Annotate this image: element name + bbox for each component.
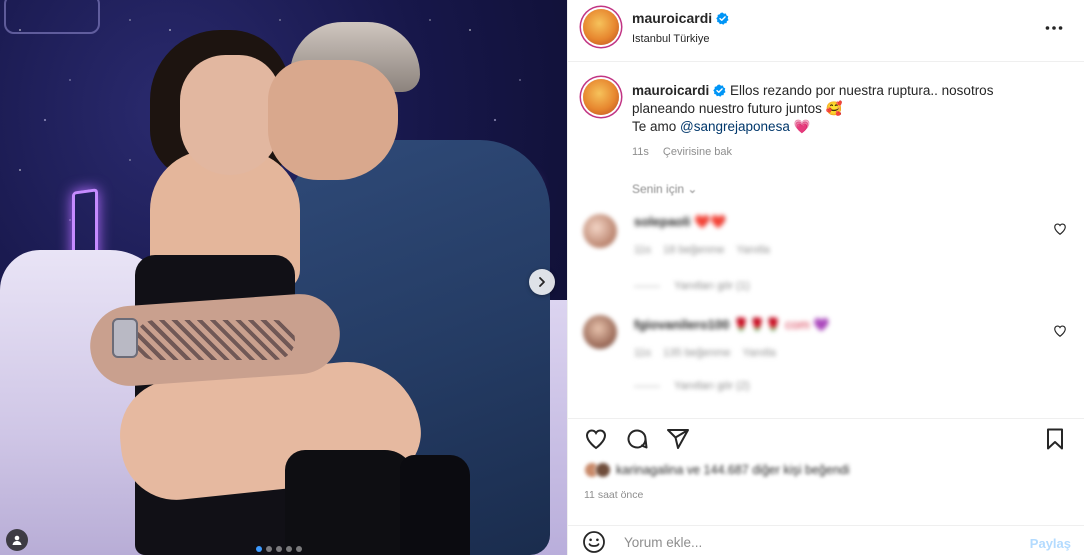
commenter-avatar[interactable] (583, 315, 617, 349)
replies-divider (634, 285, 660, 287)
emoji-icon[interactable] (582, 530, 606, 554)
more-options-button[interactable] (1043, 17, 1065, 39)
likes-summary[interactable]: karinagalina ve 144.687 diğer kişi beğen… (584, 462, 850, 478)
view-replies-button[interactable]: Yanıtları gör (1) (634, 280, 750, 292)
replies-divider (634, 385, 660, 387)
post-media[interactable] (0, 0, 567, 555)
comment-icon[interactable] (625, 427, 649, 451)
arm-tattoo (135, 320, 295, 360)
post-time: 11s (632, 146, 649, 158)
comment-time: 11s (634, 244, 651, 256)
carousel-dot (266, 546, 272, 552)
comment-filter-label[interactable]: Senin için (632, 182, 684, 196)
translate-link[interactable]: Çevirisine bak (663, 146, 732, 158)
verified-badge-icon (713, 84, 726, 97)
comment-time: 11s (634, 347, 651, 359)
reply-link[interactable]: Yanıtla (742, 347, 775, 359)
view-replies-button[interactable]: Yanıtları gör (2) (634, 380, 750, 392)
caption-emoji: 🥰 (825, 101, 843, 116)
man-face (268, 60, 398, 180)
likes-text[interactable]: karinagalina ve 144.687 diğer kişi beğen… (616, 463, 850, 477)
view-replies-label[interactable]: Yanıtları gör (2) (674, 380, 750, 392)
post-header: mauroicardi Istanbul Türkiye (568, 0, 1084, 62)
post-action-bar (568, 418, 1084, 454)
user-tag-icon (12, 535, 22, 545)
verified-badge-icon (716, 12, 729, 25)
commenter-username[interactable]: fgiovanilero100 (634, 317, 729, 332)
heart-icon[interactable] (584, 427, 608, 451)
caption-username[interactable]: mauroicardi (632, 83, 709, 98)
user-tag-button[interactable] (6, 529, 28, 551)
comment-input[interactable] (624, 531, 1004, 553)
heart-icon[interactable] (1053, 222, 1067, 236)
carousel-next-button[interactable] (529, 269, 555, 295)
commenter-avatar[interactable] (583, 214, 617, 248)
header-username[interactable]: mauroicardi (632, 10, 712, 26)
carousel-dot (286, 546, 292, 552)
black-boot-2 (400, 455, 470, 555)
comment-body: ❤️❤️ (693, 214, 727, 229)
black-boot (285, 450, 415, 555)
comment-likes[interactable]: 18 beğenme (663, 244, 724, 256)
post-timestamp: 11 saat önce (584, 489, 644, 501)
chevron-right-icon (539, 277, 545, 287)
comment-likes[interactable]: 135 beğenme (663, 347, 730, 359)
comment-text: solepaoli ❤️❤️ (634, 214, 726, 230)
wrist-watch (112, 318, 138, 358)
more-options-icon (1045, 26, 1063, 30)
chevron-down-icon: ⌄ (687, 182, 698, 196)
location-link[interactable]: Istanbul Türkiye (632, 33, 709, 45)
woman-face (180, 55, 280, 175)
view-replies-label[interactable]: Yanıtları gör (1) (674, 280, 750, 292)
post-side-panel: mauroicardi Istanbul Türkiye mauroicardi… (567, 0, 1084, 555)
username-link[interactable]: mauroicardi (632, 10, 729, 26)
post-caption: mauroicardi Ellos rezando por nuestra ru… (632, 82, 1052, 136)
carousel-dot (276, 546, 282, 552)
post-comment-button[interactable]: Paylaş (1030, 536, 1071, 551)
bookmark-icon[interactable] (1043, 427, 1067, 451)
comment-composer: Paylaş (568, 525, 1084, 555)
comment-text: fgiovanilero100 🌹🌹🌹 com 💜 (634, 317, 830, 333)
liker-avatar (595, 462, 611, 478)
comment-meta: 11s 135 beğenme Yanıtla (634, 347, 776, 359)
heart-icon[interactable] (1053, 324, 1067, 338)
carousel-dots (256, 546, 302, 552)
ceiling-panel (4, 0, 100, 34)
share-icon[interactable] (666, 427, 690, 451)
caption-mention-link[interactable]: @sangrejaponesa (680, 119, 790, 134)
reply-link[interactable]: Yanıtla (736, 244, 769, 256)
comment-meta: 11s 18 beğenme Yanıtla (634, 244, 770, 256)
caption-avatar[interactable] (583, 79, 619, 115)
caption-text-2: Te amo (632, 119, 677, 134)
carousel-dot (296, 546, 302, 552)
comment-body: 🌹🌹🌹 com 💜 (733, 317, 830, 332)
carousel-dot (256, 546, 262, 552)
comment-filter-dropdown[interactable]: Senin için ⌄ (632, 182, 697, 196)
caption-meta: 11s Çevirisine bak (632, 146, 732, 158)
heart-emoji: 💗 (793, 119, 811, 134)
avatar[interactable] (583, 9, 619, 45)
commenter-username[interactable]: solepaoli (634, 214, 690, 229)
